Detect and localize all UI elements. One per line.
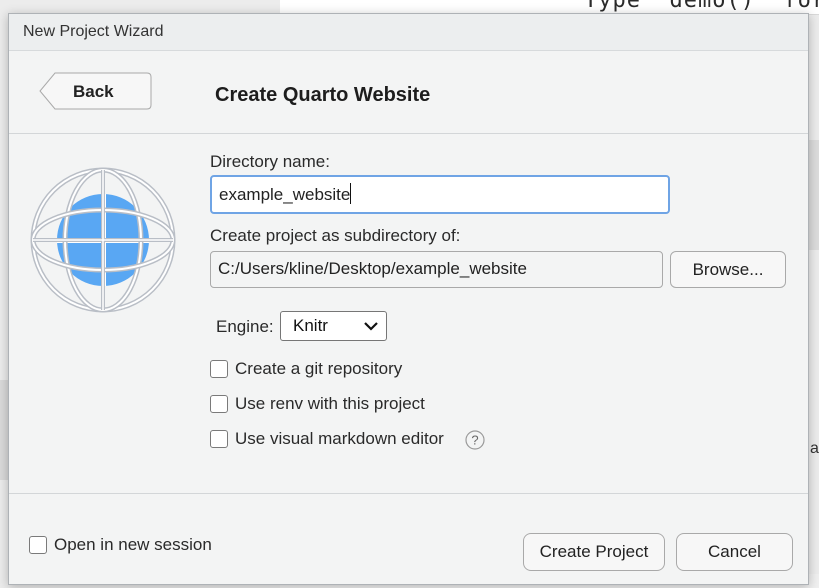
page-title: Create Quarto Website bbox=[215, 84, 431, 106]
chevron-down-icon bbox=[364, 322, 378, 331]
question-icon[interactable]: ? bbox=[465, 430, 485, 450]
header-divider bbox=[9, 133, 808, 134]
new-project-wizard-dialog: New Project Wizard Back Create Quarto We… bbox=[8, 13, 809, 585]
dialog-title: New Project Wizard bbox=[23, 23, 164, 40]
subdirectory-input[interactable]: C:/Users/kline/Desktop/example_website bbox=[210, 251, 663, 288]
engine-selected-value: Knitr bbox=[293, 316, 328, 335]
directory-name-value: example_website bbox=[219, 185, 351, 204]
footer-divider bbox=[9, 493, 808, 494]
back-button[interactable]: Back bbox=[39, 72, 152, 110]
renv-checkbox[interactable] bbox=[210, 395, 228, 413]
quarto-globe-icon bbox=[30, 167, 176, 313]
right-pane-edge bbox=[809, 140, 819, 250]
directory-name-label: Directory name: bbox=[210, 152, 330, 171]
renv-label: Use renv with this project bbox=[235, 394, 425, 413]
browse-button[interactable]: Browse... bbox=[670, 251, 786, 288]
open-new-session-label: Open in new session bbox=[54, 535, 212, 554]
create-project-button[interactable]: Create Project bbox=[523, 533, 665, 571]
visual-editor-label: Use visual markdown editor bbox=[235, 429, 444, 448]
right-pane-text: ar bbox=[810, 440, 819, 457]
svg-text:?: ? bbox=[471, 433, 478, 448]
dialog-titlebar: New Project Wizard bbox=[9, 14, 808, 51]
directory-name-input[interactable]: example_website bbox=[210, 175, 670, 214]
git-repository-checkbox[interactable] bbox=[210, 360, 228, 378]
visual-editor-checkbox[interactable] bbox=[210, 430, 228, 448]
open-new-session-checkbox[interactable] bbox=[29, 536, 47, 554]
engine-label: Engine: bbox=[216, 317, 274, 336]
console-text: Type 'demo()' for some demos, 'help()' f bbox=[584, 0, 819, 13]
engine-select[interactable]: Knitr bbox=[280, 311, 387, 341]
subdirectory-label: Create project as subdirectory of: bbox=[210, 226, 461, 245]
cancel-button[interactable]: Cancel bbox=[676, 533, 793, 571]
text-caret bbox=[350, 183, 352, 204]
back-button-label: Back bbox=[73, 82, 114, 101]
git-repository-label: Create a git repository bbox=[235, 359, 403, 378]
